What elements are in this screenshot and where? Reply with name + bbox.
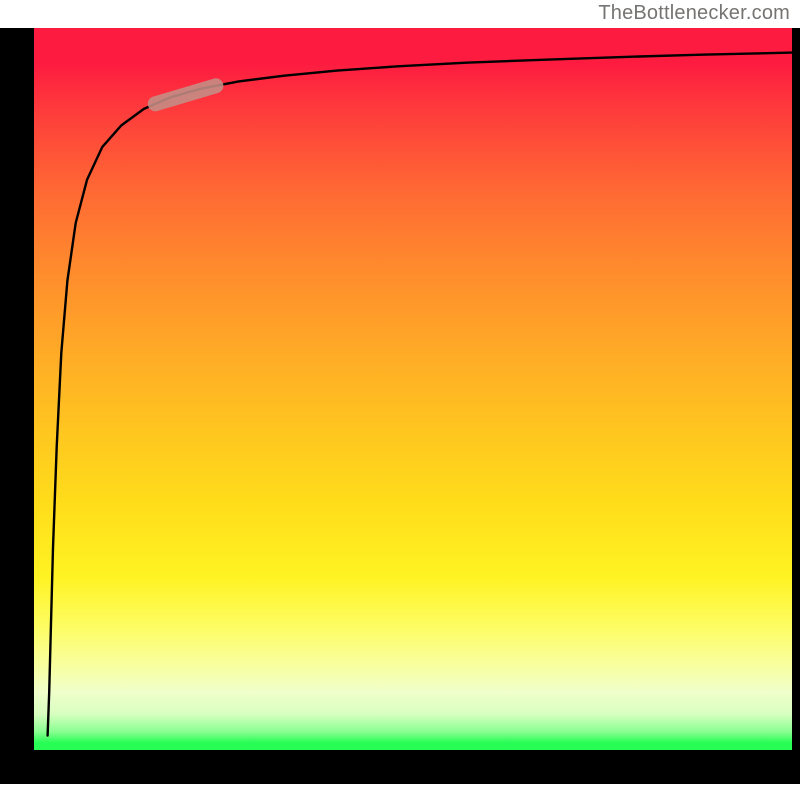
curve-layer: [34, 28, 792, 750]
bottleneck-curve: [48, 53, 792, 736]
highlight-segment: [155, 86, 216, 104]
plot-area: [34, 28, 792, 750]
chart-container: TheBottlenecker.com: [0, 0, 800, 800]
attribution-label: TheBottlenecker.com: [598, 2, 790, 25]
